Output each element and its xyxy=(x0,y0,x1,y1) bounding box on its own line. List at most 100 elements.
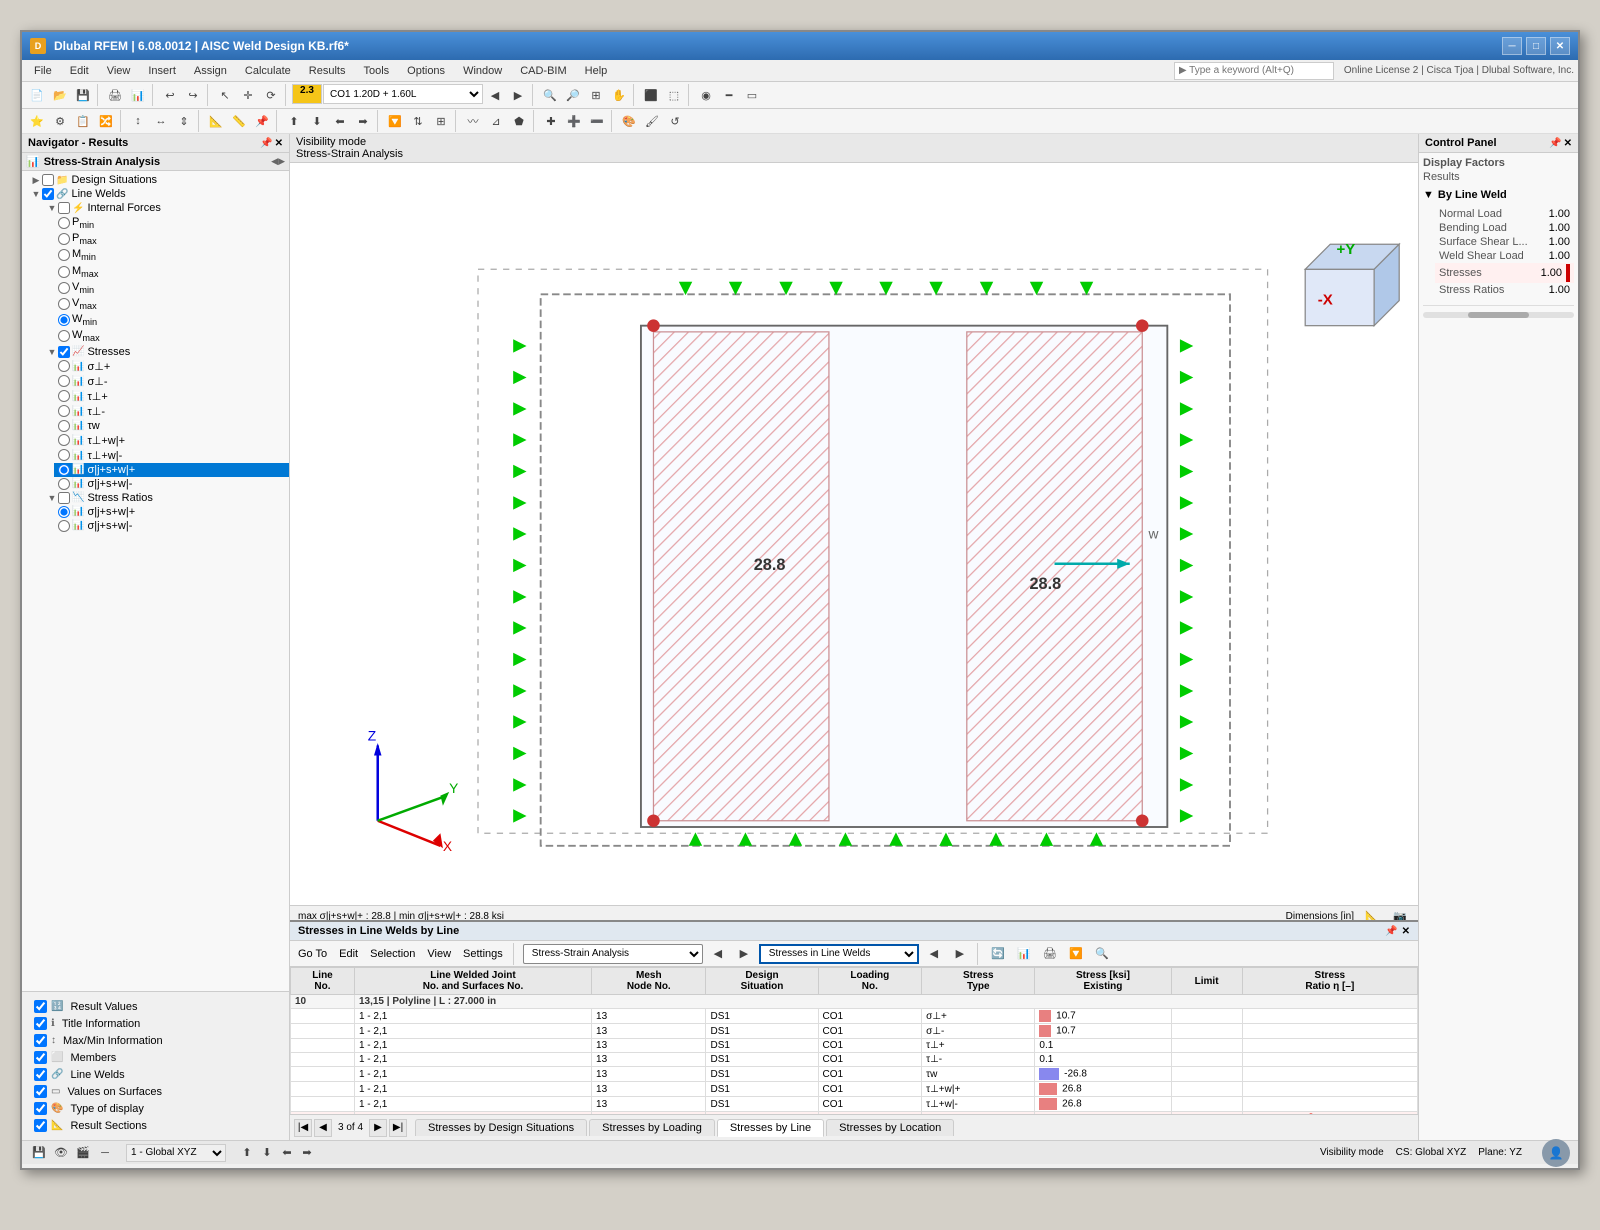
radio-vmax[interactable] xyxy=(58,298,70,310)
export-btn[interactable]: 📊 xyxy=(127,84,149,106)
results-menu-edit[interactable]: Edit xyxy=(335,948,362,960)
redo-btn[interactable]: ↪ xyxy=(182,84,204,106)
screenshot-btn[interactable]: 📷 xyxy=(1390,908,1410,921)
table-row[interactable]: 1 - 2,1 13 DS1 CO1 τ⊥+w|+ 26.8 xyxy=(291,1082,1418,1097)
tab-location[interactable]: Stresses by Location xyxy=(826,1119,954,1136)
export-table-btn[interactable]: 📊 xyxy=(1013,943,1035,965)
tab-loading[interactable]: Stresses by Loading xyxy=(589,1119,715,1136)
tb2-13[interactable]: ⬅ xyxy=(329,110,351,132)
menu-results[interactable]: Results xyxy=(301,63,354,79)
close-button[interactable]: ✕ xyxy=(1550,37,1570,55)
nav-type-display[interactable]: 🎨 Type of display xyxy=(30,1100,281,1117)
radio-wmin[interactable] xyxy=(58,314,70,326)
menu-options[interactable]: Options xyxy=(399,63,453,79)
zoom-in-btn[interactable]: 🔍 xyxy=(539,84,561,106)
tb2-8[interactable]: 📐 xyxy=(205,110,227,132)
menu-window[interactable]: Window xyxy=(455,63,510,79)
expand-stresses[interactable]: ▼ xyxy=(46,346,58,358)
radio-vmin[interactable] xyxy=(58,282,70,294)
tb2-fill[interactable]: 🖌 xyxy=(641,110,663,132)
next-page-btn[interactable]: ▶ xyxy=(369,1119,387,1137)
node-btn[interactable]: ◉ xyxy=(695,84,717,106)
nav-result-values[interactable]: 🔢 Result Values xyxy=(30,998,281,1015)
type-next[interactable]: ▶ xyxy=(949,943,971,965)
menu-calculate[interactable]: Calculate xyxy=(237,63,299,79)
tb2-6[interactable]: ↔ xyxy=(150,110,172,132)
menu-file[interactable]: File xyxy=(26,63,60,79)
maximize-button[interactable]: □ xyxy=(1526,37,1546,55)
nav-sigma-perp-plus[interactable]: 📊σ⊥+ xyxy=(54,359,289,374)
module-next[interactable]: ▶ xyxy=(733,943,755,965)
tb2-cross[interactable]: ✚ xyxy=(540,110,562,132)
check-design-situations[interactable] xyxy=(42,174,54,186)
nav-minmax-info[interactable]: ↕ Max/Min Information xyxy=(30,1032,281,1049)
select-btn[interactable]: ↖ xyxy=(214,84,236,106)
combo-co-num[interactable]: 2.3 xyxy=(292,84,322,104)
nav-title-info[interactable]: ℹ Title Information xyxy=(30,1015,281,1032)
check-result-values[interactable] xyxy=(34,1000,47,1013)
radio-tau-perp-plus[interactable] xyxy=(58,390,70,402)
search-table-btn[interactable]: 🔍 xyxy=(1091,943,1113,965)
nav-mmax[interactable]: Mmax xyxy=(54,264,289,280)
first-page-btn[interactable]: |◀ xyxy=(294,1119,312,1137)
tb2-3[interactable]: 📋 xyxy=(72,110,94,132)
tb2-group[interactable]: ⊞ xyxy=(430,110,452,132)
coord-system-select[interactable]: 1 - Global XYZ xyxy=(126,1144,226,1162)
radio-pmin[interactable] xyxy=(58,217,70,229)
expand-by-line-weld[interactable]: ▼ xyxy=(1423,189,1434,201)
nav-line-welds[interactable]: ▼ 🔗 Line Welds xyxy=(22,187,289,201)
nav-next-btn[interactable]: ▶ xyxy=(278,156,285,167)
tb2-reset[interactable]: ↺ xyxy=(664,110,686,132)
menu-help[interactable]: Help xyxy=(577,63,616,79)
tb2-14[interactable]: ➡ xyxy=(352,110,374,132)
cp-pin-btn[interactable]: 📌 xyxy=(1549,138,1561,149)
menu-cad-bim[interactable]: CAD-BIM xyxy=(512,63,574,79)
tb2-11[interactable]: ⬆ xyxy=(283,110,305,132)
table-row[interactable]: 1 - 2,1 13 DS1 CO1 σ⊥+ 10.7 xyxy=(291,1009,1418,1024)
tab-line[interactable]: Stresses by Line xyxy=(717,1119,824,1137)
nav-line-welds-bottom[interactable]: 🔗 Line Welds xyxy=(30,1066,281,1083)
nav-internal-forces[interactable]: ▼ ⚡ Internal Forces xyxy=(22,201,289,215)
new-btn[interactable]: 📄 xyxy=(26,84,48,106)
tb2-5[interactable]: ↕ xyxy=(127,110,149,132)
open-btn[interactable]: 📂 xyxy=(49,84,71,106)
minimize-button[interactable]: ─ xyxy=(1502,37,1522,55)
tb2-mode[interactable]: ⊿ xyxy=(485,110,507,132)
nav-mmin[interactable]: Mmin xyxy=(54,247,289,263)
dim-toggle-btn[interactable]: 📐 xyxy=(1362,908,1382,921)
viewport-canvas[interactable]: ▶ ▶ ▶ ▶ ▶ ▶ ▶ ▶ ▶ ▶ ▶ ▶ ▶ xyxy=(290,163,1418,920)
radio-wmax[interactable] xyxy=(58,330,70,342)
status-btn-3[interactable]: 🎬 xyxy=(74,1144,92,1162)
tb2-1[interactable]: ⭐ xyxy=(26,110,48,132)
tb2-10[interactable]: 📌 xyxy=(251,110,273,132)
nav-stresses[interactable]: ▼ 📈 Stresses xyxy=(22,345,289,359)
nav-sigma-perp-neg[interactable]: 📊σ⊥- xyxy=(54,374,289,389)
radio-pmax[interactable] xyxy=(58,233,70,245)
results-type-dropdown[interactable]: Stresses in Line Welds xyxy=(759,944,919,964)
menu-view[interactable]: View xyxy=(99,63,139,79)
radio-ratio-neg[interactable] xyxy=(58,520,70,532)
table-row[interactable]: 1 - 2,1 13 DS1 CO1 τ⊥- 0.1 xyxy=(291,1053,1418,1067)
nav-tau-perp-neg[interactable]: 📊τ⊥- xyxy=(54,404,289,419)
combo-co-value[interactable]: CO1 1.20D + 1.60L xyxy=(323,84,483,104)
view-btn-4[interactable]: ➡ xyxy=(298,1144,316,1162)
tb2-7[interactable]: ⇕ xyxy=(173,110,195,132)
status-btn-1[interactable]: 💾 xyxy=(30,1144,48,1162)
check-type-display[interactable] xyxy=(34,1102,47,1115)
table-row[interactable]: 1 - 2,1 13 DS1 CO1 τw -26.8 xyxy=(291,1067,1418,1082)
status-btn-2[interactable]: 👁 xyxy=(52,1144,70,1162)
save-btn[interactable]: 💾 xyxy=(72,84,94,106)
view-btn-2[interactable]: ⬇ xyxy=(258,1144,276,1162)
nav-tau-perp-plus[interactable]: 📊τ⊥+ xyxy=(54,389,289,404)
tab-design-situations[interactable]: Stresses by Design Situations xyxy=(415,1119,587,1136)
nav-design-situations[interactable]: ▶ 📁 Design Situations xyxy=(22,173,289,187)
radio-sigma-total-neg[interactable] xyxy=(58,478,70,490)
nav-pmin[interactable]: Pmin xyxy=(54,215,289,231)
results-menu-selection[interactable]: Selection xyxy=(366,948,419,960)
table-row[interactable]: 1 - 2,1 13 DS1 CO1 τ⊥+ 0.1 xyxy=(291,1039,1418,1053)
check-internal-forces[interactable] xyxy=(58,202,70,214)
tb2-deform[interactable]: 〰 xyxy=(462,110,484,132)
menu-insert[interactable]: Insert xyxy=(140,63,184,79)
nav-tau-perp-w-plus[interactable]: 📊τ⊥+w|+ xyxy=(54,433,289,448)
tb2-9[interactable]: 📏 xyxy=(228,110,250,132)
